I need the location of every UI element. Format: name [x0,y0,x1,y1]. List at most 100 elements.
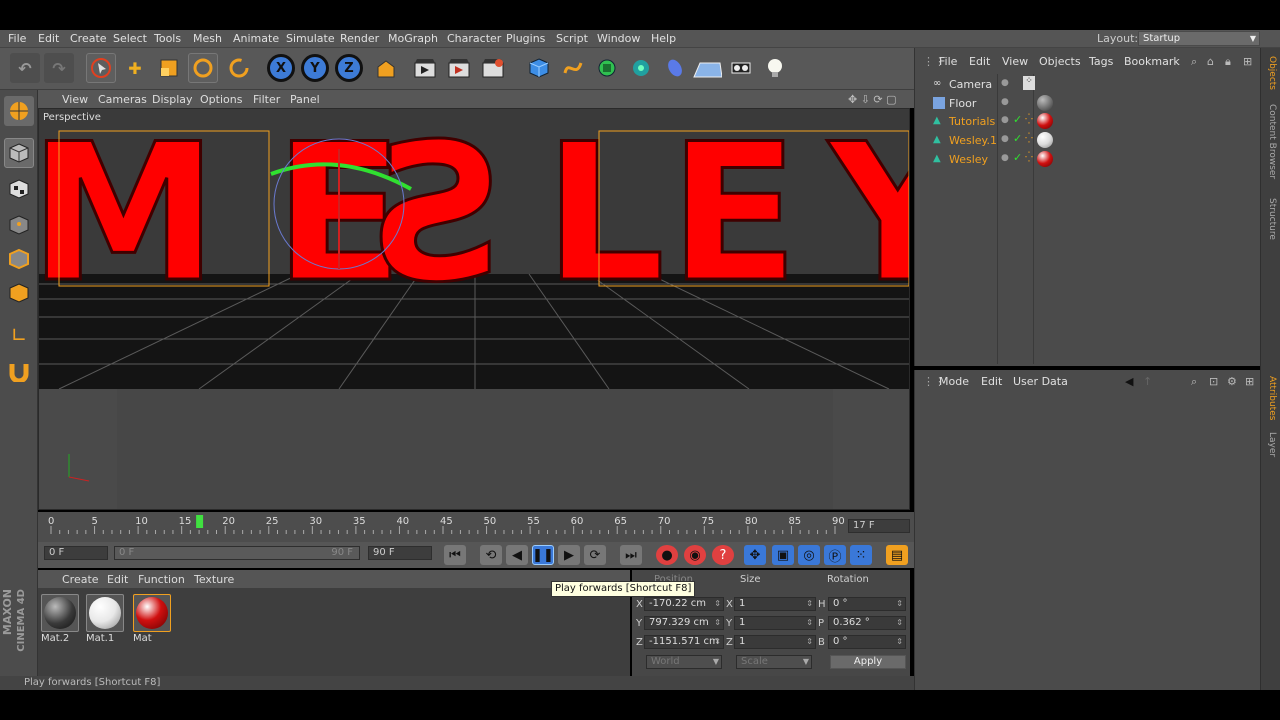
rotate-icon[interactable] [188,53,218,83]
render-settings-icon[interactable] [478,53,508,83]
material-menu-edit[interactable]: Edit [107,573,128,586]
menu-character[interactable]: Character [447,32,501,45]
autokey-icon[interactable]: ◉ [684,545,706,565]
lock-icon[interactable]: ⊡ [1209,375,1218,388]
object-row-floor[interactable]: Floor ● [933,95,1253,113]
menu-plugins[interactable]: Plugins [506,32,545,45]
make-editable-icon[interactable] [4,96,34,126]
spline-icon[interactable] [558,53,588,83]
visibility-dots-icon[interactable]: ● [1001,78,1009,88]
enabled-check-icon[interactable]: ✓ [1013,113,1022,126]
size-y-field[interactable]: 1 ⇕ [734,616,816,630]
deformer-icon[interactable] [660,53,690,83]
object-row-tutorials[interactable]: ▲ Tutorials ● ✓ ⁛ [933,113,1253,131]
keyframe-selection-icon[interactable]: ? [712,545,734,565]
light-icon[interactable] [760,53,790,83]
edges-mode-icon[interactable] [4,244,34,274]
objects-menu-file[interactable]: File [939,55,957,68]
enabled-check-icon[interactable]: ✓ [1013,132,1022,145]
objects-menu-bookmark[interactable]: Bookmark [1124,55,1180,68]
record-position-icon[interactable]: ✥ [744,545,766,565]
viewport-nav-icons[interactable]: ✥ ⇩ ⟳ ▢ [848,93,897,106]
redo-icon[interactable]: ↷ [44,53,74,83]
tab-layer[interactable]: Layer [1263,432,1277,457]
attributes-menu-user-data[interactable]: User Data [1013,375,1068,388]
texture-mode-icon[interactable] [4,174,34,204]
tab-content-browser[interactable]: Content Browser [1263,104,1277,179]
back-arrow-icon[interactable]: ◀ [1125,375,1133,388]
record-active-icon[interactable]: ● [656,545,678,565]
attributes-menu-edit[interactable]: Edit [981,375,1002,388]
menu-file[interactable]: File [8,32,26,45]
timeline-ruler[interactable]: 0 5 10 15 20 25 30 35 40 45 50 55 60 65 70 75 80 85 90 17 … [38,512,914,542]
viewport-menu-panel[interactable]: Panel [290,93,320,106]
new-window-icon[interactable]: ⚙ [1227,375,1237,388]
menu-mesh[interactable]: Mesh [193,32,222,45]
coordinate-space-select[interactable]: World ▼ [646,655,722,669]
menu-select[interactable]: Select [113,32,147,45]
search-icon[interactable]: ⌕ [1191,375,1197,389]
enabled-check-icon[interactable]: ✓ [1013,151,1022,164]
render-picture-viewer-icon[interactable] [444,53,474,83]
undo-icon[interactable]: ↶ [10,53,40,83]
go-to-end-icon[interactable]: ⏭ [620,545,642,565]
y-axis-icon[interactable]: Y [300,53,330,83]
rotation-h-field[interactable]: 0 ° ⇕ [828,597,906,611]
material-menu-texture[interactable]: Texture [194,573,234,586]
x-axis-icon[interactable]: X [266,53,296,83]
material-item[interactable]: Mat [133,594,171,644]
home-icon[interactable]: ⌂ [1207,55,1214,68]
phong-tag-icon[interactable]: ⁛ [1025,133,1033,144]
search-icon[interactable]: ⌕ [1191,55,1197,69]
menu-simulate[interactable]: Simulate [286,32,335,45]
menu-create[interactable]: Create [70,32,107,45]
start-frame-field[interactable]: 0 F [44,546,108,560]
tab-objects[interactable]: Objects [1263,56,1277,90]
tab-structure[interactable]: Structure [1263,198,1277,240]
object-row-wesley[interactable]: ▲ Wesley ● ✓ ⁛ [933,151,1253,169]
size-mode-select[interactable]: Scale ▼ [736,655,812,669]
perspective-viewport[interactable]: Perspective M E S L E Y [38,108,910,510]
visibility-dots-icon[interactable]: ● [1001,153,1009,163]
current-frame-field[interactable]: 17 F [848,519,910,533]
material-tag-icon[interactable] [1037,132,1053,148]
viewport-menu-filter[interactable]: Filter [253,93,280,106]
go-to-prev-key-icon[interactable]: ⟲ [480,545,502,565]
z-axis-icon[interactable]: Z [334,53,364,83]
position-z-field[interactable]: -1151.571 cm ⇕ [644,635,724,649]
menu-tools[interactable]: Tools [154,32,181,45]
viewport-menu-display[interactable]: Display [152,93,193,106]
coordinate-system-icon[interactable] [370,53,400,83]
record-parameter-icon[interactable]: Ⓟ [824,545,846,565]
menu-render[interactable]: Render [340,32,379,45]
position-x-field[interactable]: -170.22 cm ⇕ [644,597,724,611]
material-tag-icon[interactable] [1037,113,1053,129]
axis-mode-icon[interactable]: ∟ [4,320,34,350]
record-rotation-icon[interactable]: ◎ [798,545,820,565]
material-item[interactable]: Mat.1 [86,594,124,644]
size-x-field[interactable]: 1 ⇕ [734,597,816,611]
camera-icon[interactable] [726,53,756,83]
rotation-p-field[interactable]: 0.362 ° ⇕ [828,616,906,630]
menu-edit[interactable]: Edit [38,32,59,45]
current-frame-marker[interactable] [196,515,204,528]
maximize-icon[interactable]: ⊞ [1245,375,1254,388]
phong-tag-icon[interactable]: ⁛ [1025,114,1033,125]
objects-menu-view[interactable]: View [1002,55,1028,68]
attributes-menu-mode[interactable]: Mode [939,375,969,388]
viewport-menu-options[interactable]: Options [200,93,242,106]
object-row-camera[interactable]: ∞ Camera ● ⁘ [933,76,1253,94]
nurbs-icon[interactable] [592,53,622,83]
go-to-next-key-icon[interactable]: ⟳ [584,545,606,565]
up-arrow-icon[interactable]: ↑ [1143,375,1152,388]
objects-menu-tags[interactable]: Tags [1089,55,1113,68]
objects-menu-edit[interactable]: Edit [969,55,990,68]
material-menu-function[interactable]: Function [138,573,185,586]
position-y-field[interactable]: 797.329 cm ⇕ [644,616,724,630]
step-forward-icon[interactable]: ▶ [558,545,580,565]
rotation-b-field[interactable]: 0 ° ⇕ [828,635,906,649]
material-tag-icon[interactable] [1037,95,1053,111]
lock-icon[interactable]: 🔒︎ [1225,55,1231,69]
snap-icon[interactable] [4,356,34,386]
polygons-mode-icon[interactable] [4,278,34,308]
